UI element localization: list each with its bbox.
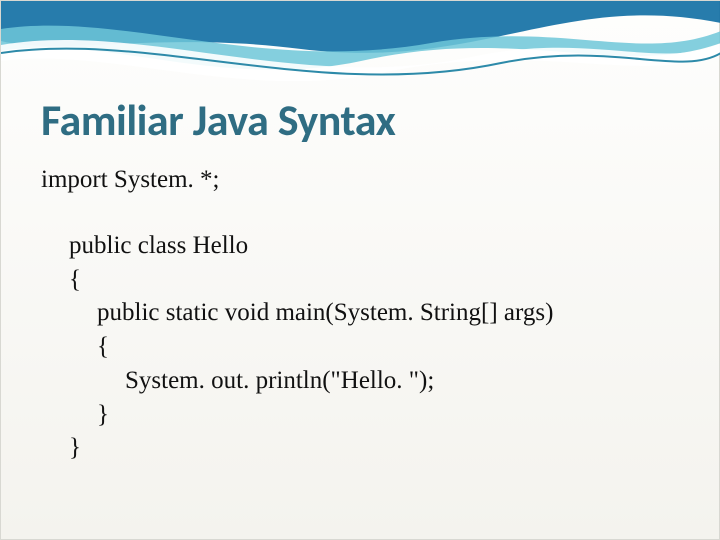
slide: Familiar Java Syntax import System. *; p… — [0, 0, 720, 540]
code-line: } — [97, 398, 679, 432]
slide-title: Familiar Java Syntax — [41, 93, 395, 147]
decorative-wave — [1, 1, 720, 91]
code-line: { — [97, 330, 679, 364]
code-line: { — [69, 263, 679, 297]
code-line: public class Hello — [69, 229, 679, 263]
code-line: import System. *; — [41, 163, 679, 197]
code-line: } — [69, 431, 679, 465]
code-line: System. out. println("Hello. "); — [125, 364, 679, 398]
code-body: import System. *; public class Hello { p… — [41, 163, 679, 465]
code-line: public static void main(System. String[]… — [97, 296, 679, 330]
